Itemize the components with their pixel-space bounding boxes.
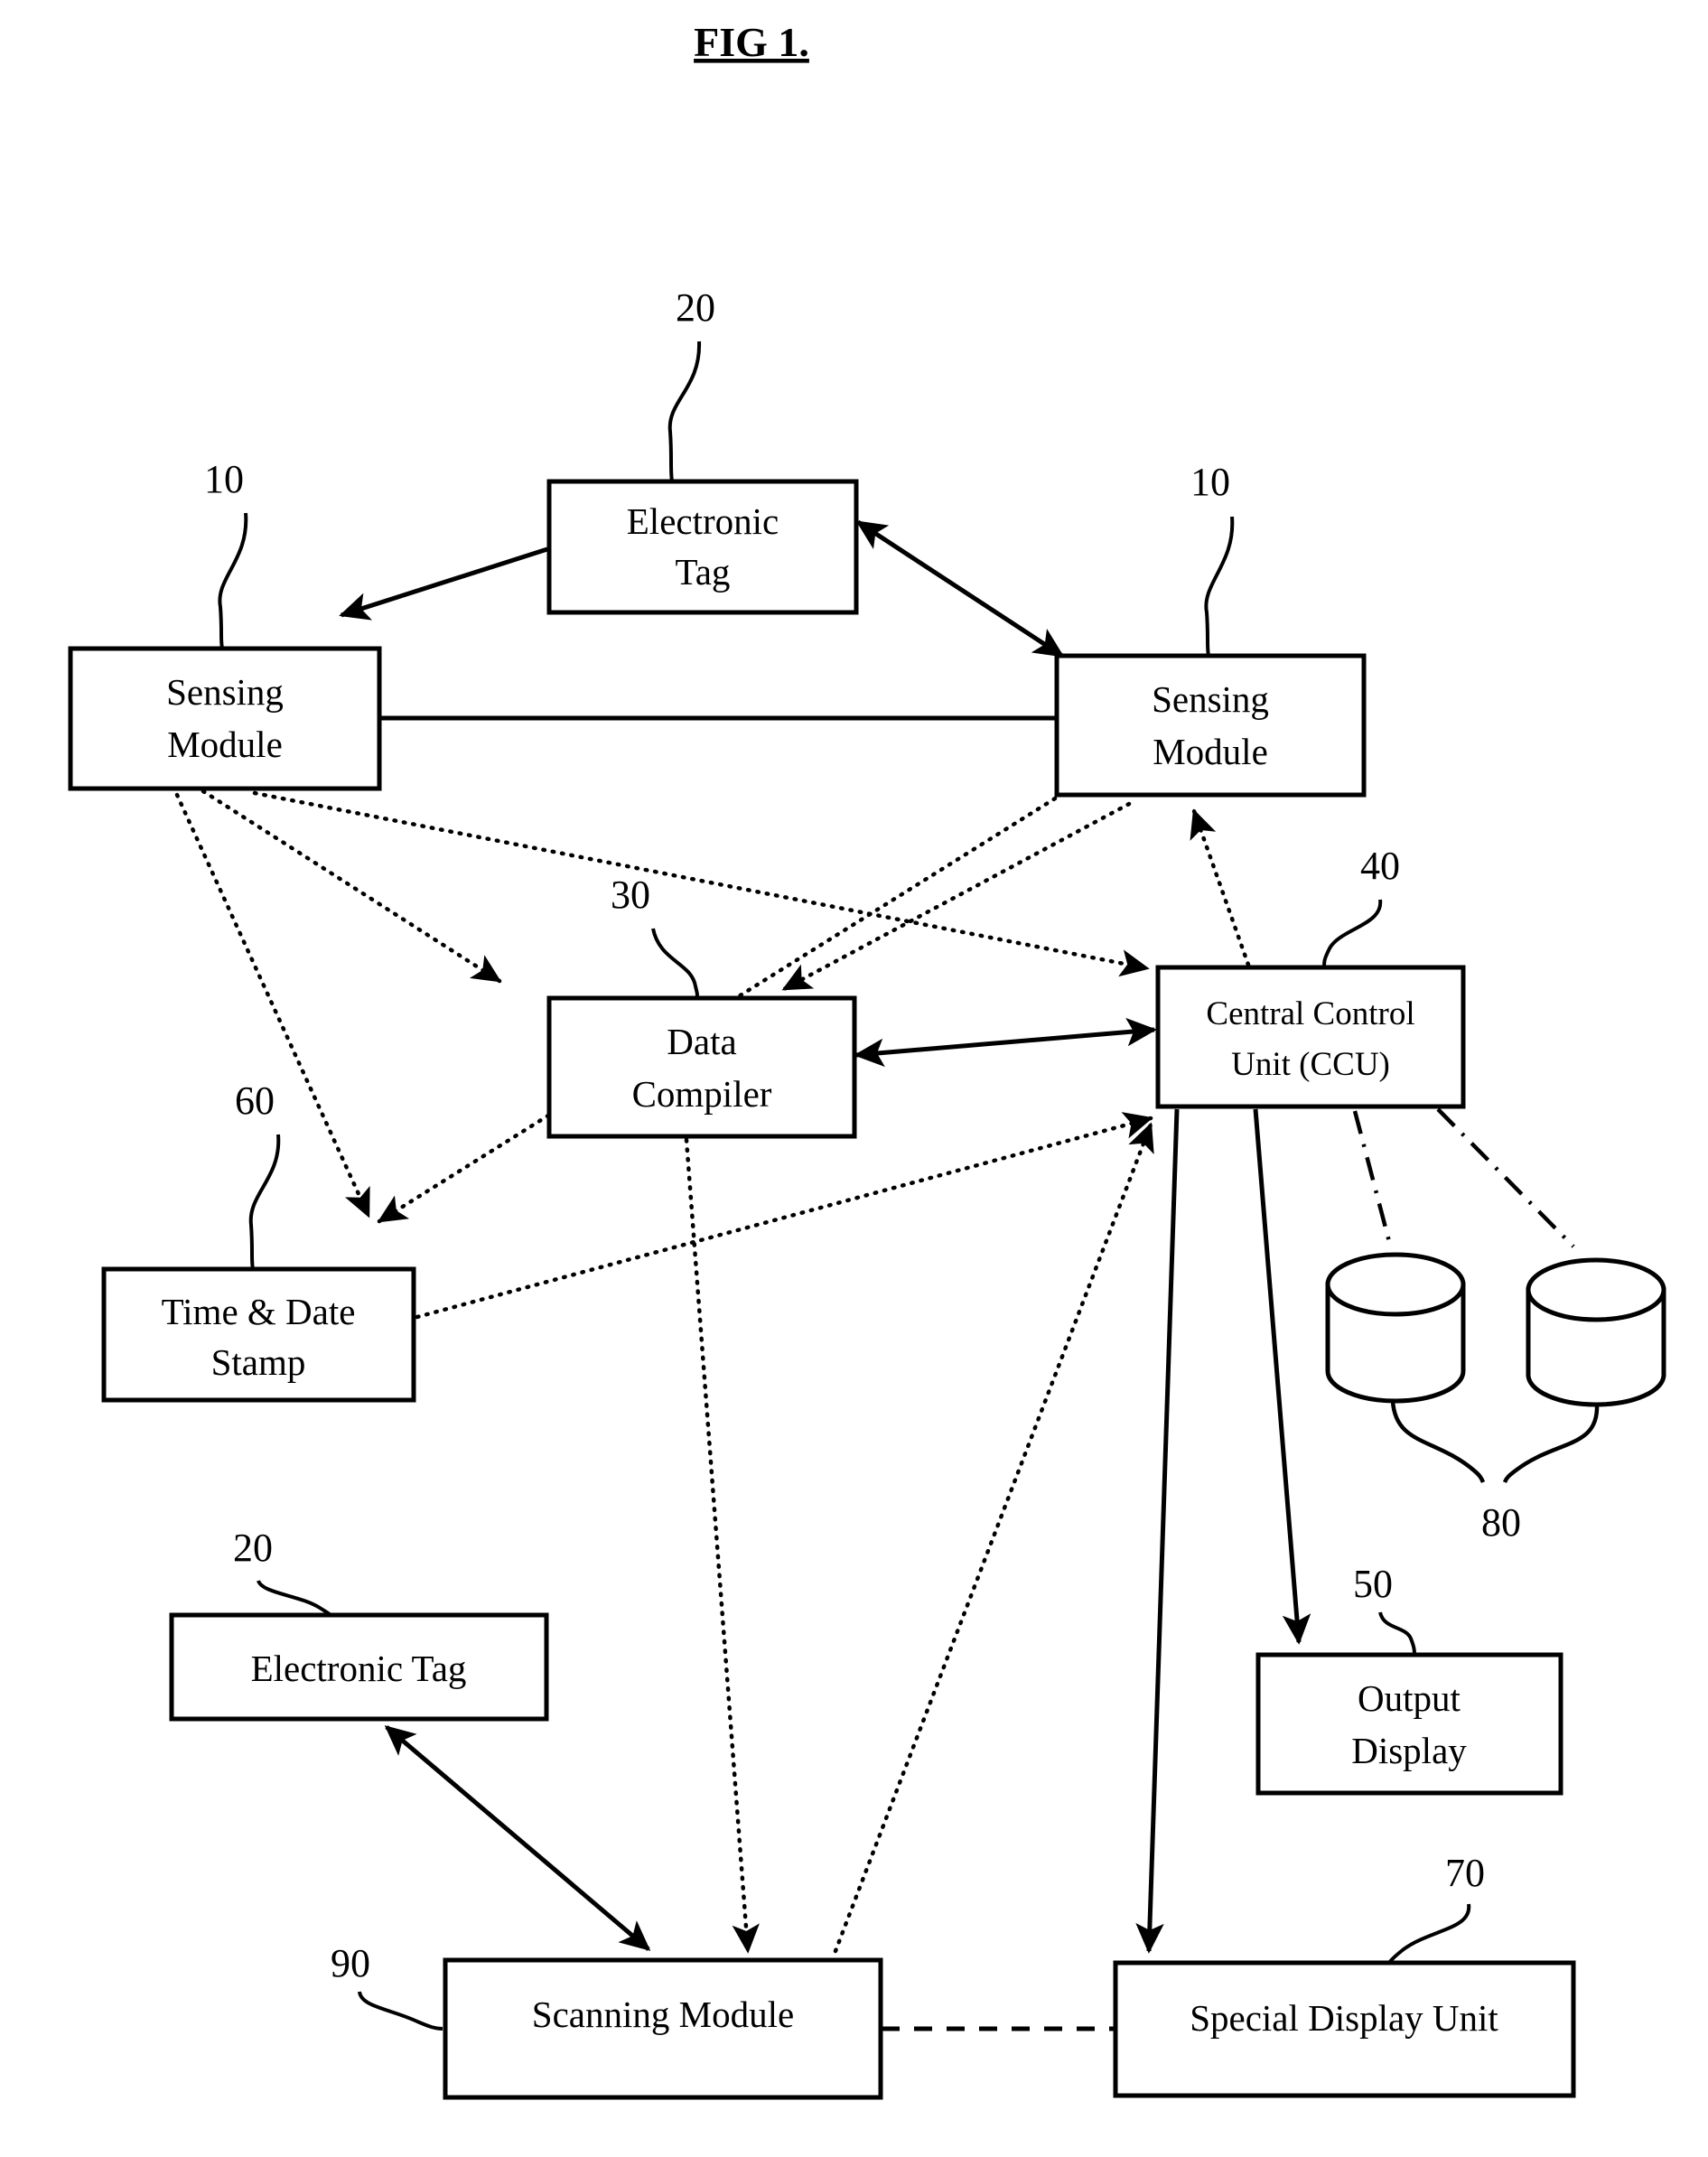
leader-ref-70: [1387, 1903, 1471, 1965]
node-electronic-tag-bottom[interactable]: Electronic Tag: [169, 1612, 549, 1722]
database-cylinder-2-icon[interactable]: [1526, 1257, 1666, 1407]
sensing-module-right-box[interactable]: [1054, 653, 1367, 798]
sensing-module-right-label-line2: Module: [1153, 731, 1268, 772]
node-scanning-module[interactable]: Scanning Module: [443, 1957, 883, 2100]
edge-data-compiler-to-ccu: [854, 1017, 1157, 1068]
edge-ccu-to-special-display-unit: [1135, 1108, 1180, 1954]
data-compiler-label-line2: Compiler: [632, 1073, 772, 1115]
edge-time-date-stamp-to-ccu: [415, 1112, 1153, 1320]
node-data-compiler[interactable]: Data Compiler: [546, 995, 857, 1139]
special-display-unit-label: Special Display Unit: [1190, 1997, 1498, 2039]
database-brace-left: [1390, 1400, 1486, 1483]
edge-ccu-to-database-1: [1352, 1110, 1394, 1249]
sensing-module-left-box[interactable]: [68, 646, 382, 791]
leader-ref-30: [651, 928, 699, 999]
output-display-box[interactable]: [1255, 1652, 1563, 1796]
central-control-unit-label-line2: Unit (CCU): [1231, 1046, 1390, 1083]
edge-sensing-module-left-to-ccu: [252, 790, 1150, 977]
output-display-label-line1: Output: [1358, 1677, 1461, 1719]
node-sensing-module-right[interactable]: Sensing Module: [1054, 653, 1367, 798]
output-display-label-line2: Display: [1351, 1730, 1467, 1771]
edge-ccu-to-sensing-module-right: [1190, 808, 1251, 967]
figure-canvas: FIG 1. Electronic Tag 20 Sensing Module …: [0, 0, 1708, 2157]
edge-electronic-tag-to-sensing-module-left: [339, 546, 548, 621]
edge-electronic-tag-bottom-to-scanning-module: [384, 1725, 651, 1951]
ref-number-10-right: 10: [1190, 460, 1230, 504]
ref-number-90: 90: [331, 1941, 370, 1985]
node-central-control-unit[interactable]: Central Control Unit (CCU): [1155, 965, 1466, 1109]
edge-data-compiler-to-scanning-module: [684, 1137, 760, 1954]
node-time-date-stamp[interactable]: Time & Date Stamp: [101, 1266, 416, 1403]
edge-ccu-to-database-2: [1436, 1107, 1575, 1248]
node-sensing-module-left[interactable]: Sensing Module: [68, 646, 382, 791]
ref-number-70: 70: [1445, 1851, 1485, 1895]
edge-ccu-to-output-display: [1253, 1108, 1311, 1645]
ref-number-30: 30: [611, 873, 650, 917]
leader-ref-90: [358, 1991, 443, 2031]
database-brace-right: [1502, 1404, 1600, 1483]
data-compiler-box[interactable]: [546, 995, 857, 1139]
patent-figure-diagram: FIG 1. Electronic Tag 20 Sensing Module …: [68, 19, 1666, 2100]
leader-ref-10-right: [1204, 516, 1235, 657]
edge-sensing-module-left-to-time-date-stamp: [174, 792, 371, 1219]
ref-number-20-top: 20: [676, 285, 715, 330]
scanning-module-label: Scanning Module: [532, 1994, 794, 2035]
ref-number-60: 60: [235, 1078, 275, 1123]
edge-electronic-tag-to-sensing-module-right: [855, 519, 1065, 658]
leader-ref-10-left: [218, 512, 248, 649]
leader-ref-20-bottom: [257, 1580, 332, 1617]
ref-number-10-left: 10: [204, 457, 244, 501]
leader-ref-60: [248, 1134, 281, 1270]
edge-sensing-module-right-to-data-compiler: [781, 801, 1132, 992]
electronic-tag-top-label-line2: Tag: [676, 551, 731, 593]
ref-number-50: 50: [1353, 1562, 1393, 1606]
node-output-display[interactable]: Output Display: [1255, 1652, 1563, 1796]
node-databases[interactable]: [1325, 1252, 1666, 1483]
node-electronic-tag-top[interactable]: Electronic Tag: [546, 479, 859, 615]
leader-ref-50: [1378, 1611, 1416, 1656]
central-control-unit-box[interactable]: [1155, 965, 1466, 1109]
ref-number-40: 40: [1360, 844, 1400, 888]
data-compiler-label-line1: Data: [667, 1021, 736, 1062]
node-special-display-unit[interactable]: Special Display Unit: [1113, 1960, 1576, 2098]
leader-ref-20-top: [667, 341, 702, 482]
database-cylinder-1-icon[interactable]: [1325, 1252, 1466, 1404]
time-date-stamp-label-line1: Time & Date: [162, 1291, 356, 1332]
figure-title: FIG 1.: [694, 19, 809, 65]
electronic-tag-top-label-line1: Electronic: [627, 500, 779, 542]
central-control-unit-label-line1: Central Control: [1206, 995, 1414, 1032]
ref-number-80: 80: [1481, 1500, 1521, 1545]
edge-scanning-module-to-ccu: [833, 1122, 1154, 1954]
sensing-module-left-label-line2: Module: [167, 724, 283, 765]
electronic-tag-bottom-label: Electronic Tag: [251, 1648, 467, 1689]
leader-ref-40: [1322, 899, 1383, 968]
time-date-stamp-label-line2: Stamp: [211, 1341, 306, 1383]
sensing-module-right-label-line1: Sensing: [1152, 678, 1269, 720]
ref-number-20-bottom: 20: [233, 1526, 273, 1570]
sensing-module-left-label-line1: Sensing: [166, 671, 284, 713]
